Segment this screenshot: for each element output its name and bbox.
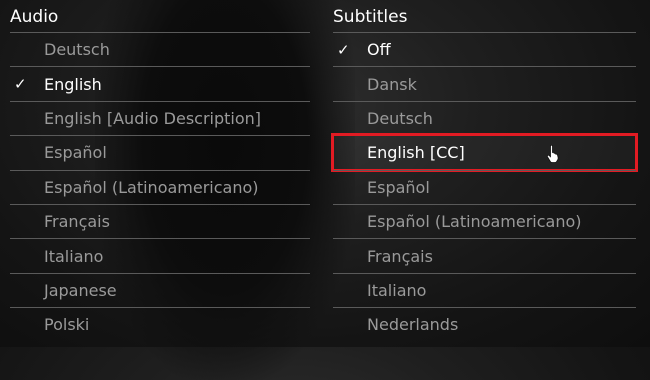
subtitle-option-dansk[interactable]: Dansk	[333, 66, 636, 100]
subtitle-option-nederlands[interactable]: Nederlands	[333, 307, 636, 341]
subtitle-option-label: Español	[367, 177, 430, 197]
audio-option-espanol-latinoamericano[interactable]: Español (Latinoamericano)	[10, 169, 310, 204]
audio-option-polski[interactable]: Polski	[10, 307, 310, 341]
audio-option-label: Polski	[44, 315, 90, 335]
hand-pointer-icon	[546, 145, 559, 163]
subtitle-option-label: English [CC]	[367, 143, 465, 163]
audio-option-english-audio-description[interactable]: English [Audio Description]	[10, 100, 310, 135]
subtitle-option-deutsch[interactable]: Deutsch	[333, 100, 636, 135]
subtitle-option-italiano[interactable]: Italiano	[333, 272, 636, 307]
subtitle-option-francais[interactable]: Français	[333, 238, 636, 272]
audio-header: Audio	[10, 7, 59, 27]
subtitle-option-label: Nederlands	[367, 315, 459, 335]
subtitles-list: ✓ Off Dansk Deutsch English [CC] Español…	[331, 32, 638, 342]
audio-option-label: Français	[44, 212, 110, 232]
subtitle-option-label: Italiano	[367, 280, 427, 300]
audio-option-label: Italiano	[44, 246, 104, 266]
audio-option-francais[interactable]: Français	[10, 203, 310, 238]
audio-option-label: Español (Latinoamericano)	[44, 177, 259, 197]
subtitle-option-label: Deutsch	[367, 108, 433, 128]
subtitle-option-label: Dansk	[367, 74, 417, 94]
audio-option-label: Japanese	[44, 280, 117, 300]
audio-option-label: English [Audio Description]	[44, 108, 262, 128]
audio-option-label: Deutsch	[44, 40, 110, 60]
subtitle-option-espanol[interactable]: Español	[333, 169, 636, 204]
audio-option-italiano[interactable]: Italiano	[10, 238, 310, 272]
check-icon: ✓	[14, 75, 27, 94]
subtitle-option-label: Français	[367, 246, 433, 266]
check-icon: ✓	[337, 40, 350, 59]
audio-list: Deutsch ✓ English English [Audio Descrip…	[10, 32, 310, 342]
subtitle-option-label: Español (Latinoamericano)	[367, 212, 582, 232]
subtitle-option-espanol-latinoamericano[interactable]: Español (Latinoamericano)	[333, 203, 636, 238]
subtitle-option-off[interactable]: ✓ Off	[333, 32, 636, 66]
audio-panel: Audio Deutsch ✓ English English [Audio D…	[10, 0, 310, 342]
subtitles-panel: Subtitles ✓ Off Dansk Deutsch English [C…	[331, 0, 638, 342]
subtitle-option-label: Off	[367, 40, 391, 60]
audio-option-label: Español	[44, 143, 107, 163]
audio-option-label: English	[44, 74, 102, 94]
audio-option-japanese[interactable]: Japanese	[10, 272, 310, 307]
audio-option-espanol[interactable]: Español	[10, 135, 310, 169]
subtitles-header: Subtitles	[333, 7, 408, 27]
audio-option-deutsch[interactable]: Deutsch	[10, 32, 310, 66]
audio-option-english[interactable]: ✓ English	[10, 66, 310, 100]
subtitle-option-english-cc[interactable]: English [CC]	[331, 133, 638, 172]
